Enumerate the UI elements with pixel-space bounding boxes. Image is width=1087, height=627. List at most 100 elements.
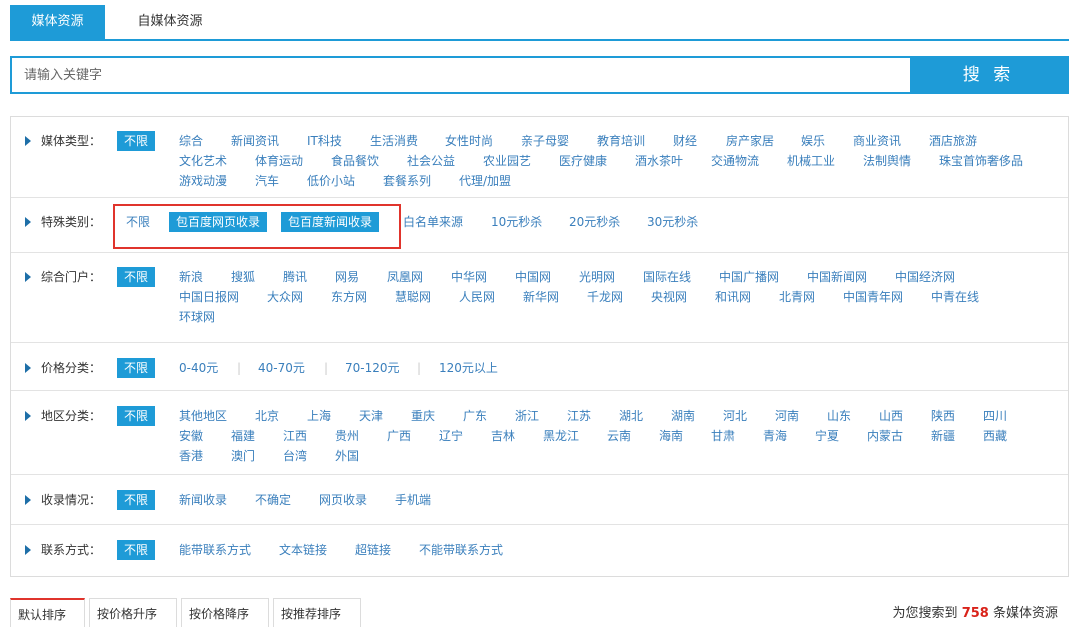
sort-recommended[interactable]: 按推荐排序 [273, 598, 361, 627]
filter-option[interactable]: 江西 [283, 426, 307, 446]
filter-option[interactable]: 台湾 [283, 446, 307, 466]
filter-option[interactable]: 搜狐 [231, 267, 255, 287]
filter-option[interactable]: 女性时尚 [445, 131, 493, 151]
filter-option[interactable]: 北青网 [779, 287, 815, 307]
filter-option[interactable]: 湖南 [671, 406, 695, 426]
sort-default[interactable]: 默认排序 [10, 598, 85, 627]
filter-option[interactable]: 珠宝首饰奢侈品 [939, 151, 1023, 171]
filter-option[interactable]: 不限 [117, 131, 156, 151]
filter-option[interactable]: 酒水茶叶 [635, 151, 683, 171]
filter-option[interactable]: 10元秒杀 [491, 212, 542, 232]
filter-option[interactable]: 中国广播网 [719, 267, 779, 287]
filter-option[interactable]: 不确定 [255, 490, 291, 510]
filter-option[interactable]: 酒店旅游 [929, 131, 977, 151]
filter-option[interactable]: 青海 [763, 426, 787, 446]
filter-option[interactable]: 代理/加盟 [459, 171, 511, 191]
filter-option[interactable]: 广东 [463, 406, 487, 426]
filter-option[interactable]: 医疗健康 [559, 151, 607, 171]
tab-self-media-resources[interactable]: 自媒体资源 [115, 5, 225, 39]
sort-price-asc[interactable]: 按价格升序 [89, 598, 177, 627]
filter-option[interactable]: 云南 [607, 426, 631, 446]
filter-option[interactable]: 中国新闻网 [807, 267, 867, 287]
filter-option[interactable]: 西藏 [983, 426, 1007, 446]
filter-option[interactable]: 生活消费 [370, 131, 418, 151]
filter-option[interactable]: 网易 [335, 267, 359, 287]
filter-option[interactable]: 70-120元 [345, 358, 400, 378]
filter-option[interactable]: 手机端 [395, 490, 431, 510]
filter-option[interactable]: 20元秒杀 [569, 212, 620, 232]
filter-option[interactable]: 和讯网 [715, 287, 751, 307]
filter-option[interactable]: 凤凰网 [387, 267, 423, 287]
filter-option[interactable]: 不限 [117, 267, 156, 287]
filter-option[interactable]: 法制舆情 [863, 151, 911, 171]
filter-option[interactable]: 不限 [117, 358, 156, 378]
filter-option[interactable]: 40-70元 [258, 358, 305, 378]
filter-option[interactable]: 安徽 [179, 426, 203, 446]
filter-option[interactable]: 河南 [775, 406, 799, 426]
filter-option[interactable]: 甘肃 [711, 426, 735, 446]
filter-option[interactable]: 新华网 [523, 287, 559, 307]
filter-option[interactable]: 120元以上 [439, 358, 498, 378]
filter-option[interactable]: 不限 [117, 540, 156, 560]
filter-option[interactable]: 浙江 [515, 406, 539, 426]
filter-option[interactable]: 新闻收录 [179, 490, 227, 510]
filter-option[interactable]: 黑龙江 [543, 426, 579, 446]
filter-option[interactable]: 山西 [879, 406, 903, 426]
filter-option[interactable]: IT科技 [307, 131, 342, 151]
filter-option[interactable]: 不限 [117, 406, 156, 426]
filter-option[interactable]: 中国青年网 [843, 287, 903, 307]
filter-option[interactable]: 山东 [827, 406, 851, 426]
filter-option[interactable]: 文本链接 [279, 540, 327, 560]
filter-option[interactable]: 湖北 [619, 406, 643, 426]
filter-option[interactable]: 0-40元 [179, 358, 218, 378]
search-input[interactable] [12, 58, 910, 92]
filter-option[interactable]: 新疆 [931, 426, 955, 446]
filter-option[interactable]: 海南 [659, 426, 683, 446]
filter-option[interactable]: 网页收录 [319, 490, 367, 510]
filter-option[interactable]: 亲子母婴 [521, 131, 569, 151]
filter-option[interactable]: 北京 [255, 406, 279, 426]
filter-option[interactable]: 大众网 [267, 287, 303, 307]
filter-option[interactable]: 体育运动 [255, 151, 303, 171]
filter-option[interactable]: 套餐系列 [383, 171, 431, 191]
filter-option[interactable]: 交通物流 [711, 151, 759, 171]
filter-option[interactable]: 国际在线 [643, 267, 691, 287]
filter-option[interactable]: 汽车 [255, 171, 279, 191]
filter-option[interactable]: 中国网 [515, 267, 551, 287]
filter-option[interactable]: 内蒙古 [867, 426, 903, 446]
filter-option[interactable]: 上海 [307, 406, 331, 426]
filter-option[interactable]: 江苏 [567, 406, 591, 426]
filter-option[interactable]: 慧聪网 [395, 287, 431, 307]
filter-option[interactable]: 农业园艺 [483, 151, 531, 171]
filter-option[interactable]: 商业资讯 [853, 131, 901, 151]
filter-option[interactable]: 不限 [117, 490, 156, 510]
filter-option[interactable]: 社会公益 [407, 151, 455, 171]
filter-option[interactable]: 房产家居 [726, 131, 774, 151]
filter-option[interactable]: 游戏动漫 [179, 171, 227, 191]
filter-option[interactable]: 天津 [359, 406, 383, 426]
filter-option[interactable]: 中国日报网 [179, 287, 239, 307]
search-button[interactable]: 搜 索 [910, 58, 1067, 92]
tab-media-resources[interactable]: 媒体资源 [10, 5, 105, 39]
sort-price-desc[interactable]: 按价格降序 [181, 598, 269, 627]
filter-option[interactable]: 香港 [179, 446, 203, 466]
filter-option[interactable]: 腾讯 [283, 267, 307, 287]
filter-option[interactable]: 综合 [179, 131, 203, 151]
filter-option[interactable]: 30元秒杀 [647, 212, 698, 232]
filter-option[interactable]: 河北 [723, 406, 747, 426]
filter-option[interactable]: 不能带联系方式 [419, 540, 503, 560]
filter-option[interactable]: 白名单来源 [403, 212, 463, 232]
filter-option[interactable]: 食品餐饮 [331, 151, 379, 171]
filter-option[interactable]: 中华网 [451, 267, 487, 287]
filter-option[interactable]: 重庆 [411, 406, 435, 426]
filter-option[interactable]: 能带联系方式 [179, 540, 251, 560]
filter-option[interactable]: 中国经济网 [895, 267, 955, 287]
filter-option[interactable]: 其他地区 [179, 406, 227, 426]
filter-option[interactable]: 光明网 [579, 267, 615, 287]
filter-option[interactable]: 教育培训 [597, 131, 645, 151]
filter-option[interactable]: 东方网 [331, 287, 367, 307]
filter-option[interactable]: 外国 [335, 446, 359, 466]
filter-option[interactable]: 环球网 [179, 307, 215, 327]
filter-option[interactable]: 超链接 [355, 540, 391, 560]
filter-option[interactable]: 宁夏 [815, 426, 839, 446]
